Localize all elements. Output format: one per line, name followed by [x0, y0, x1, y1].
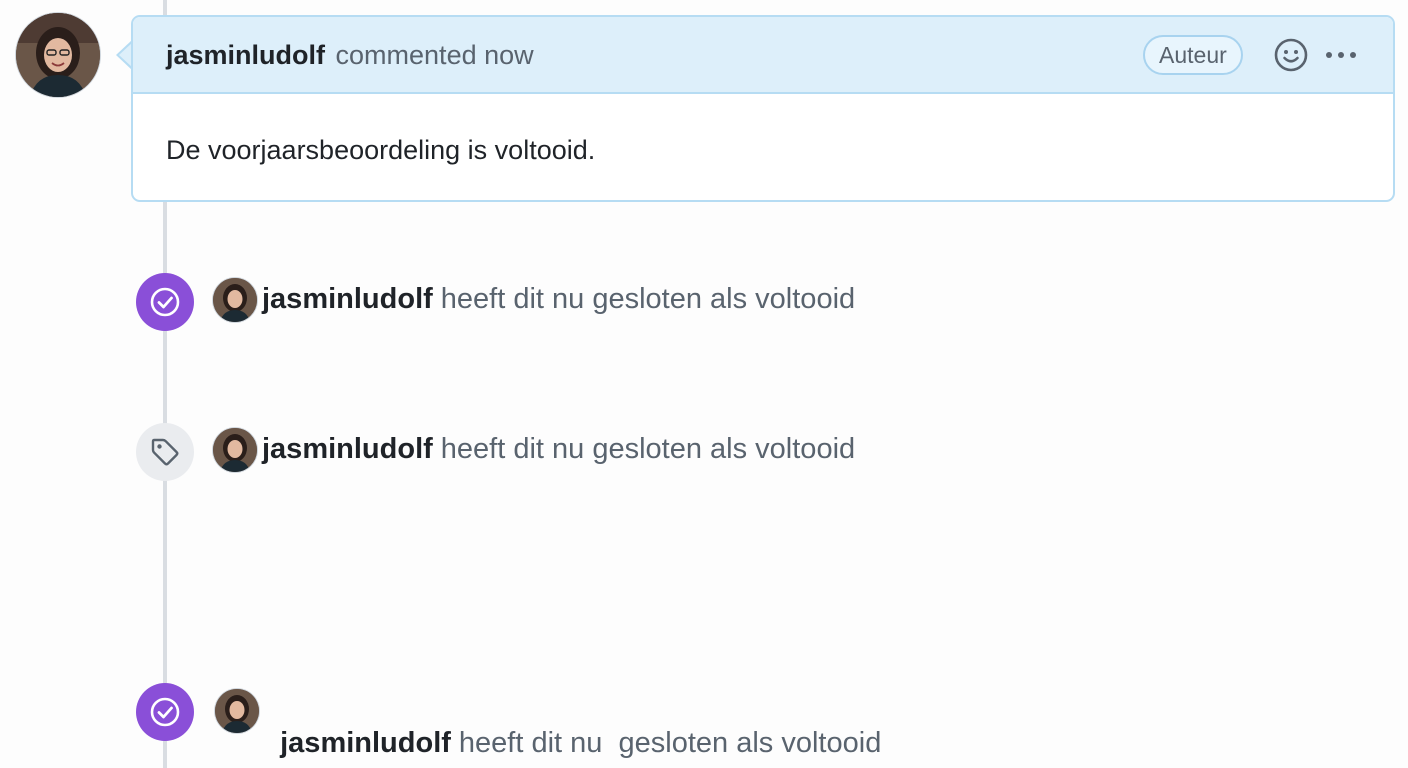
event-action-text: heeft dit nu gesloten als voltooid: [440, 283, 856, 315]
event-actor-avatar[interactable]: [213, 278, 257, 322]
comment-header: jasminludolf commented now Auteur: [133, 17, 1393, 94]
event-action-text: heeft dit nu gesloten als voltooid: [440, 433, 856, 465]
event-actor-link[interactable]: jasminludolf: [262, 283, 433, 315]
comment-box: jasminludolf commented now Auteur De voo…: [131, 15, 1395, 202]
smiley-icon[interactable]: [1273, 37, 1309, 73]
event-actor-avatar[interactable]: [213, 428, 257, 472]
comment-author-avatar[interactable]: [16, 13, 100, 97]
event-actor-link[interactable]: jasminludolf: [262, 433, 433, 465]
kebab-horizontal-icon[interactable]: [1321, 41, 1361, 69]
event-actor-avatar[interactable]: [215, 689, 259, 733]
avatar-image: [16, 13, 100, 97]
timeline-event-text: jasminludolf heeft dit nu gesloten als vo…: [262, 432, 855, 466]
event-actor-link[interactable]: jasminludolf: [280, 727, 451, 759]
comment-timestamp[interactable]: commented now: [336, 40, 534, 70]
comment-body-text: De voorjaarsbeoordeling is voltooid.: [166, 135, 596, 165]
comment-title: jasminludolf commented now: [166, 39, 534, 71]
tag-icon: [136, 423, 194, 481]
author-role-badge: Auteur: [1143, 35, 1243, 75]
event-action-text: heeft dit nu gesloten als voltooid: [458, 727, 882, 759]
check-circle-icon: [136, 273, 194, 331]
comment-author-link[interactable]: jasminludolf: [166, 40, 325, 70]
timeline-event-text: jasminludolf heeft dit nu gesloten als vo…: [262, 282, 855, 316]
timeline-event-text: jasminludolf heeft dit nu gesloten als vo…: [264, 692, 881, 760]
check-circle-icon: [136, 683, 194, 741]
